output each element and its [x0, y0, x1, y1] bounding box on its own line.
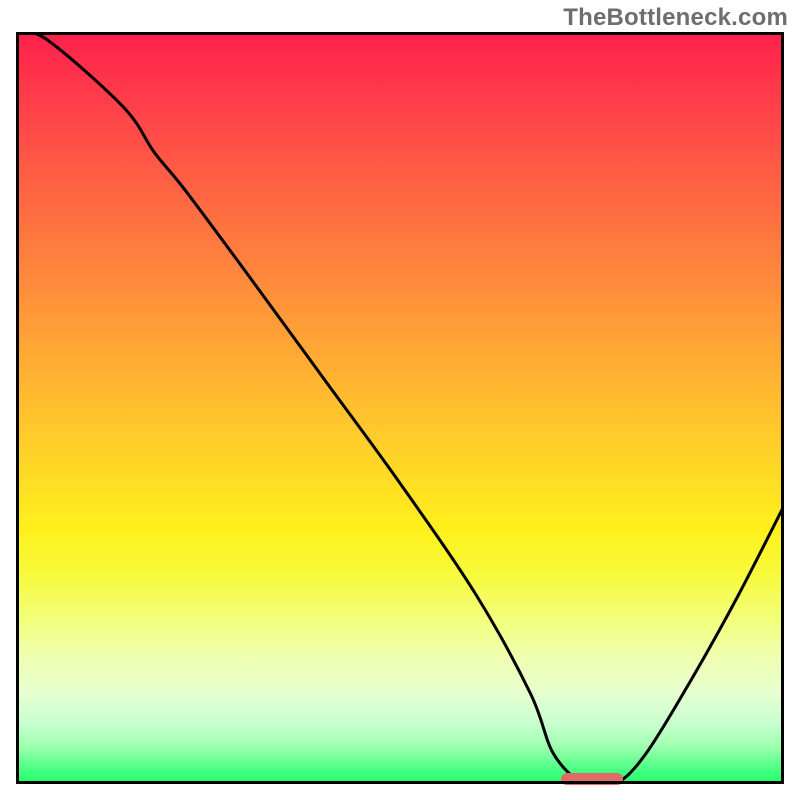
- optimal-range-marker: [561, 773, 622, 785]
- watermark-text: TheBottleneck.com: [563, 4, 788, 32]
- plot-gradient-background: [16, 32, 784, 784]
- chart-stage: TheBottleneck.com: [0, 0, 800, 800]
